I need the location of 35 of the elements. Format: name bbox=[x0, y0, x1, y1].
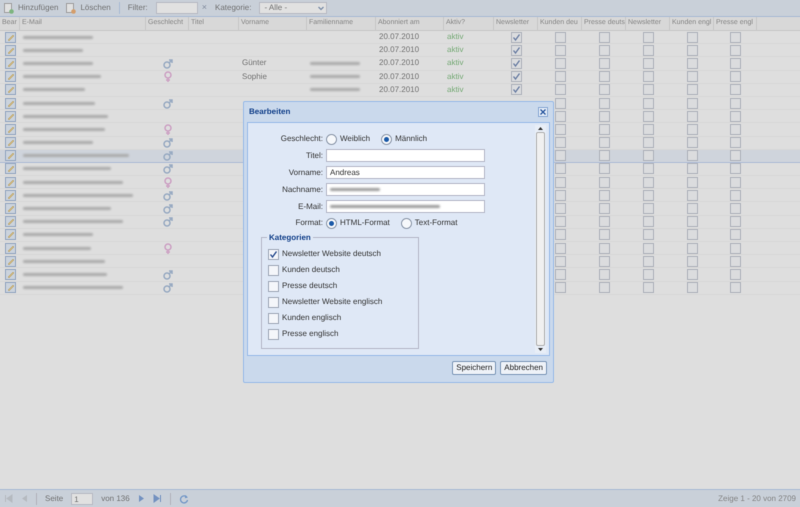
page-count: von 136 bbox=[101, 492, 130, 504]
dialog-title: Bearbeiten bbox=[249, 106, 290, 118]
status-text: aktiv bbox=[447, 72, 464, 81]
form-label: E-Mail: bbox=[297, 200, 323, 212]
checkbox-label: Presse englisch bbox=[282, 328, 338, 340]
status-text: aktiv bbox=[447, 45, 464, 54]
checkbox-label: Kunden deutsch bbox=[282, 264, 340, 276]
form-label: Vorname: bbox=[288, 166, 323, 178]
table-cell: 20.07.2010 bbox=[379, 32, 420, 42]
radio-label: HTML-Format bbox=[340, 217, 390, 229]
form-label: Geschlecht: bbox=[280, 133, 323, 145]
table-cell: 20.07.2010 bbox=[379, 45, 420, 54]
table-cell: 20.07.2010 bbox=[379, 84, 420, 94]
table-cell: Sophie bbox=[242, 72, 267, 81]
table-cell: 20.07.2010 bbox=[379, 58, 420, 68]
status-text: aktiv bbox=[447, 84, 464, 94]
page-label: Seite bbox=[45, 492, 64, 504]
radio-label: Text-Format bbox=[414, 217, 458, 229]
form-label: Format: bbox=[294, 217, 323, 229]
checkbox-label: Presse deutsch bbox=[282, 280, 338, 292]
status-text: aktiv bbox=[447, 32, 464, 42]
filter-label: Filter: bbox=[128, 2, 148, 14]
radio-label: Männlich bbox=[395, 133, 428, 145]
paging-summary: Zeige 1 - 20 von 2709 bbox=[718, 492, 796, 504]
radio-label: Weiblich bbox=[340, 133, 370, 145]
checkbox-label: Newsletter Website deutsch bbox=[282, 248, 382, 260]
form-label: Nachname: bbox=[281, 184, 323, 196]
table-cell: 20.07.2010 bbox=[379, 72, 420, 81]
status-text: aktiv bbox=[447, 58, 464, 68]
fieldset-title: Kategorien bbox=[267, 232, 313, 244]
form-label: Titel: bbox=[304, 150, 323, 162]
table-cell: Günter bbox=[242, 58, 266, 68]
checkbox-label: Newsletter Website englisch bbox=[282, 296, 382, 308]
checkbox-label: Kunden englisch bbox=[282, 312, 342, 324]
category-label: Kategorie: bbox=[215, 2, 252, 14]
